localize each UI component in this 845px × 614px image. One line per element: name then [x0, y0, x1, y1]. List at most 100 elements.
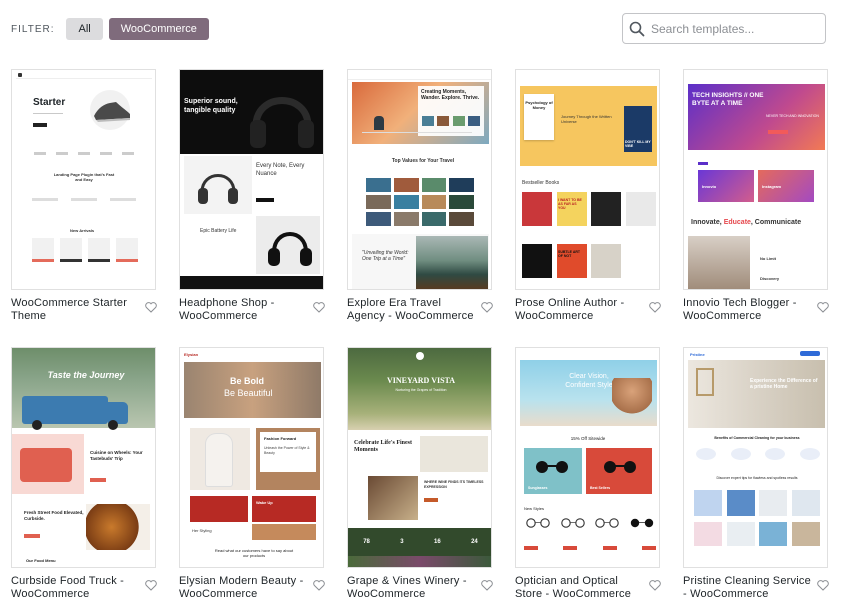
thumb-gallery [366, 178, 474, 226]
heart-icon[interactable] [481, 302, 493, 313]
thumb-stat: 24 [471, 539, 478, 545]
template-title[interactable]: Innovio Tech Blogger - WooCommerce [683, 297, 811, 323]
template-card[interactable]: Superior sound, tangible quality Every N… [179, 69, 325, 347]
thumb-section-title: Our Food Menu [26, 558, 56, 563]
template-title[interactable]: Grape & Vines Winery - WooCommerce [347, 575, 475, 601]
template-thumbnail[interactable]: Psychology of Money Journey Through the … [515, 69, 660, 290]
thumb-features [696, 448, 820, 470]
heart-icon[interactable] [817, 580, 829, 591]
search-box[interactable] [622, 13, 826, 44]
template-title[interactable]: Headphone Shop - WooCommerce [179, 297, 307, 323]
template-card[interactable]: Pristine Experience the Difference of a … [683, 347, 829, 614]
thumb-line [33, 113, 63, 114]
thumb-burger-image [86, 504, 150, 550]
thumb-text: WHERE WINE FINDS ITS TIMELESS EXPRESSION [424, 480, 484, 489]
thumb-gallery [694, 522, 820, 548]
heart-icon[interactable] [313, 580, 325, 591]
thumb-wheel [32, 420, 42, 430]
heart-icon[interactable] [481, 580, 493, 591]
template-thumbnail[interactable]: Superior sound, tangible quality Every N… [179, 69, 324, 290]
heart-icon[interactable] [817, 302, 829, 313]
thumb-nav [16, 73, 152, 79]
template-card[interactable]: Starter Landing Page Plugin that's Fast … [11, 69, 157, 347]
template-title[interactable]: Pristine Cleaning Service - WooCommerce [683, 575, 811, 601]
thumb-brand: Pristine [690, 352, 705, 357]
template-title[interactable]: Prose Online Author - WooCommerce [515, 297, 643, 323]
headphones-icon [268, 232, 312, 266]
thumb-section-title: Cuisine on Wheels: Your Tastebuds' Trip [90, 450, 143, 461]
thumb-headline: Superior sound, tangible quality [184, 98, 238, 114]
thumb-button [800, 351, 820, 356]
thumb-book-title: SUBTLE ART OF NOT [558, 250, 581, 258]
filter-bar: FILTER: All WooCommerce [11, 18, 215, 40]
template-card[interactable]: Taste the Journey Cuisine on Wheels: You… [11, 347, 157, 614]
template-thumbnail[interactable]: Starter Landing Page Plugin that's Fast … [11, 69, 156, 290]
heart-icon[interactable] [649, 302, 661, 313]
search-input[interactable] [651, 21, 821, 36]
thumb-section-title: Every Note, Every Nuance [256, 163, 305, 177]
thumb-section-title: Fresh Street Food Elevated, Curbside. [24, 510, 84, 521]
template-card[interactable]: Creating Moments, Wander. Explore. Thriv… [347, 69, 493, 347]
thumb-headline: Journey Through the Written Universe [561, 114, 612, 124]
template-title[interactable]: Optician and Optical Store - WooCommerce [515, 575, 643, 601]
thumb-section-title: Epic Battery Life [200, 228, 237, 234]
thumb-section-title: Benefits of Commercial Cleaning for your… [714, 436, 800, 440]
template-thumbnail[interactable]: Elysian Be Bold Be Beautiful Fashion For… [179, 347, 324, 568]
sunglasses-icon [536, 461, 568, 473]
template-thumbnail[interactable]: Clear Vision, Confident Style 15% Off Si… [515, 347, 660, 568]
thumb-logos-row [34, 152, 134, 155]
template-card[interactable]: VINEYARD VISTA Nurturing the Grapes of T… [347, 347, 493, 614]
template-card[interactable]: Psychology of Money Journey Through the … [515, 69, 661, 347]
thumb-tile-a [190, 496, 248, 522]
thumb-products [524, 516, 656, 546]
thumb-features [32, 198, 136, 218]
thumb-text: Unleash the Power of Style & Beauty [264, 446, 310, 455]
thumb-button [24, 534, 40, 538]
template-card[interactable]: TECH INSIGHTS // ONE BYTE AT A TIME NEVE… [683, 69, 829, 347]
thumb-label: Sunglasses [528, 486, 548, 490]
thumb-traveler [374, 116, 384, 130]
template-thumbnail[interactable]: Pristine Experience the Difference of a … [683, 347, 828, 568]
thumb-wheel [108, 420, 118, 430]
thumb-photo [420, 436, 488, 472]
filter-chip-woocommerce[interactable]: WooCommerce [108, 18, 209, 40]
thumb-button [424, 498, 438, 502]
template-title[interactable]: Curbside Food Truck - WooCommerce [11, 575, 139, 601]
headphones-icon [250, 97, 314, 148]
thumb-label: Best Sellers [590, 486, 611, 490]
thumb-cta: NEVER TECH AND INNOVATION [766, 114, 819, 118]
template-card[interactable]: Elysian Be Bold Be Beautiful Fashion For… [179, 347, 325, 614]
thumb-section-title: Top Values for Your Travel [391, 158, 455, 164]
thumb-headline: Taste the Journey [47, 370, 125, 380]
sneaker-icon [94, 102, 130, 122]
thumb-model [612, 378, 652, 422]
heart-icon[interactable] [145, 580, 157, 591]
template-card[interactable]: Clear Vision, Confident Style 15% Off Si… [515, 347, 661, 614]
thumb-line [362, 132, 472, 133]
filter-chip-all[interactable]: All [66, 18, 103, 40]
template-thumbnail[interactable]: TECH INSIGHTS // ONE BYTE AT A TIME NEVE… [683, 69, 828, 290]
search-icon [629, 21, 645, 36]
thumb-footer-text: Read what our customers have to say abou… [214, 548, 294, 558]
heart-icon[interactable] [313, 302, 325, 313]
thumb-tile-c [252, 524, 316, 540]
thumb-photo [688, 236, 750, 289]
heart-icon[interactable] [649, 580, 661, 591]
template-title[interactable]: Explore Era Travel Agency - WooCommerce [347, 297, 475, 323]
template-thumbnail[interactable]: Creating Moments, Wander. Explore. Thriv… [347, 69, 492, 290]
thumb-stat: 3 [400, 539, 404, 545]
thumb-label: Discovery [760, 276, 780, 281]
template-thumbnail[interactable]: Taste the Journey Cuisine on Wheels: You… [11, 347, 156, 568]
thumb-mini-gallery [422, 116, 480, 128]
thumb-tagline: Innovate, Educate, Communicate [691, 219, 802, 226]
thumb-section-title: Landing Page Plugin that's Fast and Easy [53, 172, 115, 182]
template-thumbnail[interactable]: VINEYARD VISTA Nurturing the Grapes of T… [347, 347, 492, 568]
thumb-quote: "Unveiling the World: One Trip at a Time… [362, 250, 409, 262]
thumb-headline: Creating Moments, Wander. Explore. Thriv… [421, 89, 480, 101]
thumb-button [768, 130, 788, 134]
template-title[interactable]: Elysian Modern Beauty - WooCommerce [179, 575, 307, 601]
template-title[interactable]: WooCommerce Starter Theme [11, 297, 139, 323]
heart-icon[interactable] [145, 302, 157, 313]
thumb-book-title: I WANT TO BE AS FAR AS YOU [558, 198, 582, 210]
thumb-book-title: Psychology of Money [525, 100, 553, 110]
